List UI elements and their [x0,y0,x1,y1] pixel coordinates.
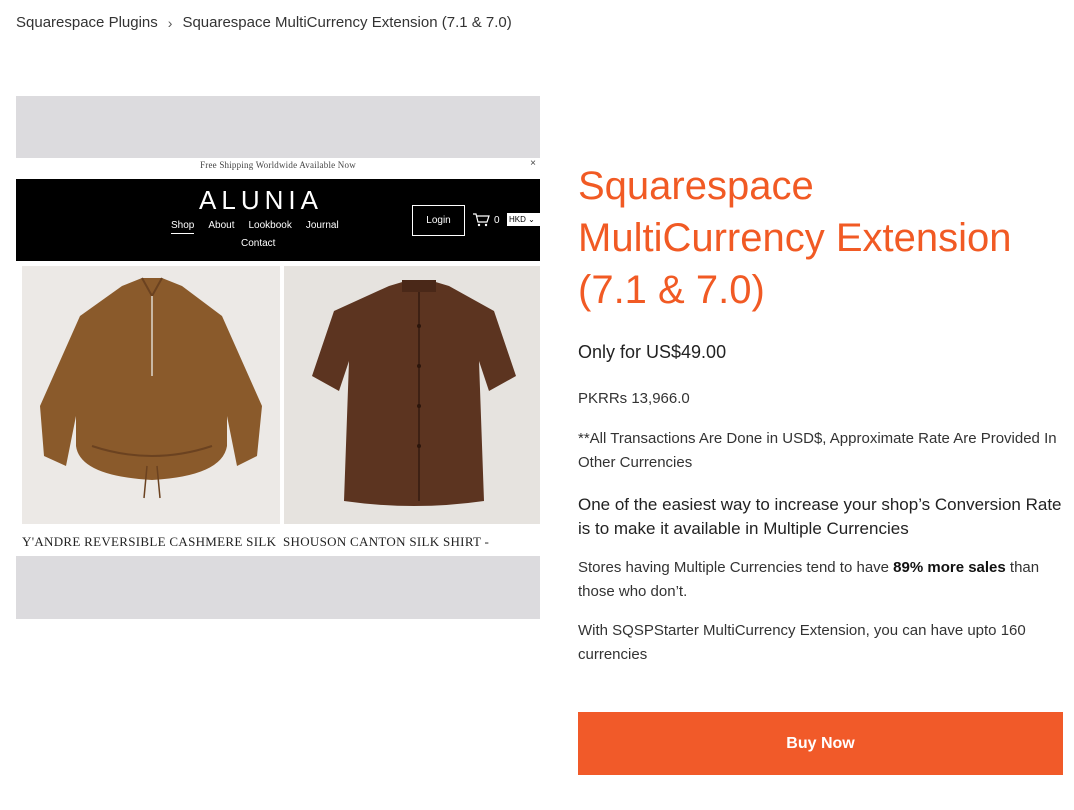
product-caption-shirt: SHOUSON CANTON SILK SHIRT - [283,534,490,549]
store-menu-contact: Contact [241,238,276,249]
store-login-button: Login [412,205,465,236]
product-caption-jacket: Y'ANDRE REVERSIBLE CASHMERE SILK [22,534,277,549]
jacket-illustration [40,277,262,499]
store-menu-lookbook: Lookbook [248,220,292,231]
store-menu-shop: Shop [171,220,195,234]
product-stat: Stores having Multiple Currencies tend t… [578,556,1064,604]
store-screenshot: Free Shipping Worldwide Available Now × … [16,158,540,556]
store-cart-count: 0 [494,214,500,226]
close-icon: × [530,158,536,169]
product-image-gallery[interactable]: Free Shipping Worldwide Available Now × … [16,96,540,619]
product-title: Squarespace MultiCurrency Extension (7.1… [578,164,1012,312]
breadcrumb-link-plugins[interactable]: Squarespace Plugins [16,14,158,31]
chevron-down-icon: ⌄ [528,215,535,224]
store-menu-about: About [208,220,235,231]
breadcrumb-separator: › [167,14,173,31]
breadcrumb-current: Squarespace MultiCurrency Extension (7.1… [182,14,512,31]
store-currency-select: HKD ⌄ [507,213,540,226]
product-feature: With SQSPStarter MultiCurrency Extension… [578,622,1026,663]
stat-prefix: Stores having Multiple Currencies tend t… [578,559,894,576]
shirt-illustration [312,280,516,506]
store-cart: 0 [472,213,500,227]
store-menu-journal: Journal [305,220,339,231]
store-products [16,266,540,524]
product-image-shirt [284,266,540,524]
announcement-bar: Free Shipping Worldwide Available Now [200,160,356,170]
buy-now-button[interactable]: Buy Now [578,712,1063,775]
store-header: ALUNIA Shop About Lookbook Journal Conta… [16,179,540,261]
currency-note: **All Transactions Are Done in USD$, App… [578,430,1057,471]
product-lead: One of the easiest way to increase your … [578,495,1062,538]
cart-icon [473,213,490,227]
local-price: PKRRs 13,966.0 [578,390,690,407]
breadcrumb: Squarespace Plugins › Squarespace MultiC… [16,14,512,31]
stat-highlight: 89% more sales [893,559,1006,576]
product-price: Only for US$49.00 [578,342,727,362]
product-image-jacket [22,266,280,524]
store-currency-value: HKD [509,215,526,224]
product-info: Squarespace MultiCurrency Extension (7.1… [578,160,1064,667]
store-menu: Shop About Lookbook Journal [171,220,339,234]
